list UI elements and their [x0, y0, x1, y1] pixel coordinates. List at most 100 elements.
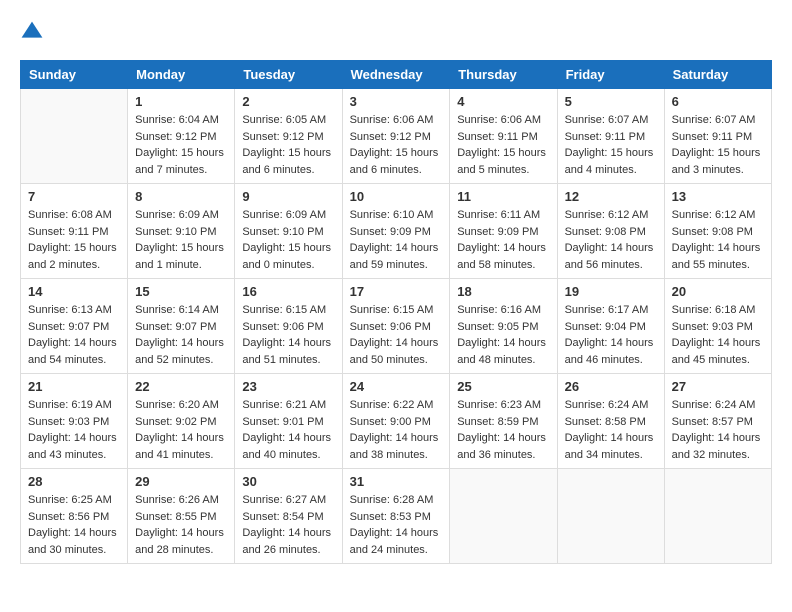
day-info: Sunrise: 6:07 AMSunset: 9:11 PMDaylight:…	[672, 112, 764, 178]
calendar-cell: 28Sunrise: 6:25 AMSunset: 8:56 PMDayligh…	[21, 469, 128, 564]
day-info-line: Sunset: 8:59 PM	[457, 414, 549, 431]
calendar-table: SundayMondayTuesdayWednesdayThursdayFrid…	[20, 60, 772, 564]
day-info-line: and 3 minutes.	[672, 162, 764, 179]
day-info: Sunrise: 6:20 AMSunset: 9:02 PMDaylight:…	[135, 397, 227, 463]
day-info-line: Sunrise: 6:09 AM	[242, 207, 334, 224]
day-info-line: and 58 minutes.	[457, 257, 549, 274]
day-number: 7	[28, 189, 120, 204]
day-info-line: Sunrise: 6:21 AM	[242, 397, 334, 414]
day-info-line: Sunrise: 6:11 AM	[457, 207, 549, 224]
day-info-line: Daylight: 14 hours	[28, 525, 120, 542]
day-info-line: Sunrise: 6:24 AM	[672, 397, 764, 414]
calendar-cell: 3Sunrise: 6:06 AMSunset: 9:12 PMDaylight…	[342, 89, 450, 184]
calendar-cell: 23 Sunrise: 6:21 AMSunset: 9:01 PMDayligh…	[235, 374, 342, 469]
day-info: Sunrise: 6:14 AMSunset: 9:07 PMDaylight:…	[135, 302, 227, 368]
page-header	[20, 20, 772, 44]
day-number: 4	[457, 94, 549, 109]
day-info-line: Sunrise: 6:17 AM	[565, 302, 657, 319]
day-info: Sunrise: 6:26 AMSunset: 8:55 PMDaylight:…	[135, 492, 227, 558]
calendar-cell: 13Sunrise: 6:12 AMSunset: 9:08 PMDayligh…	[664, 184, 771, 279]
day-info: Sunrise: 6:21 AMSunset: 9:01 PMDaylight:…	[242, 397, 334, 463]
day-number: 21	[28, 379, 120, 394]
day-number: 23	[242, 379, 334, 394]
day-info-line: Sunset: 8:53 PM	[350, 509, 443, 526]
day-info-line: Sunset: 9:01 PM	[242, 414, 334, 431]
day-number: 27	[672, 379, 764, 394]
day-info-line: Sunset: 9:07 PM	[28, 319, 120, 336]
day-info: Sunrise: 6:12 AMSunset: 9:08 PMDaylight:…	[565, 207, 657, 273]
day-info-line: and 54 minutes.	[28, 352, 120, 369]
calendar-cell: 4Sunrise: 6:06 AMSunset: 9:11 PMDaylight…	[450, 89, 557, 184]
day-number: 14	[28, 284, 120, 299]
day-info: Sunrise: 6:17 AMSunset: 9:04 PMDaylight:…	[565, 302, 657, 368]
day-info-line: and 52 minutes.	[135, 352, 227, 369]
day-info-line: Sunset: 8:54 PM	[242, 509, 334, 526]
calendar-header-tuesday: Tuesday	[235, 61, 342, 89]
day-info-line: Sunrise: 6:19 AM	[28, 397, 120, 414]
day-info: Sunrise: 6:27 AMSunset: 8:54 PMDaylight:…	[242, 492, 334, 558]
day-info-line: Daylight: 14 hours	[350, 240, 443, 257]
day-info-line: Daylight: 14 hours	[672, 335, 764, 352]
day-info-line: Sunset: 9:12 PM	[135, 129, 227, 146]
calendar-cell: 19 Sunrise: 6:17 AMSunset: 9:04 PMDayligh…	[557, 279, 664, 374]
day-info: Sunrise: 6:16 AMSunset: 9:05 PMDaylight:…	[457, 302, 549, 368]
day-info: Sunrise: 6:07 AMSunset: 9:11 PMDaylight:…	[565, 112, 657, 178]
day-info-line: and 28 minutes.	[135, 542, 227, 559]
day-info-line: Daylight: 15 hours	[28, 240, 120, 257]
day-info-line: and 51 minutes.	[242, 352, 334, 369]
day-info-line: Sunset: 8:57 PM	[672, 414, 764, 431]
day-number: 29	[135, 474, 227, 489]
calendar-cell: 14Sunrise: 6:13 AMSunset: 9:07 PMDayligh…	[21, 279, 128, 374]
day-info-line: Sunrise: 6:07 AM	[672, 112, 764, 129]
calendar-week-row: 14Sunrise: 6:13 AMSunset: 9:07 PMDayligh…	[21, 279, 772, 374]
day-info-line: Sunrise: 6:15 AM	[350, 302, 443, 319]
calendar-cell: 6Sunrise: 6:07 AMSunset: 9:11 PMDaylight…	[664, 89, 771, 184]
day-info-line: and 36 minutes.	[457, 447, 549, 464]
day-info: Sunrise: 6:23 AMSunset: 8:59 PMDaylight:…	[457, 397, 549, 463]
day-info-line: Daylight: 14 hours	[242, 525, 334, 542]
day-info-line: Sunrise: 6:24 AM	[565, 397, 657, 414]
day-info-line: Sunset: 8:55 PM	[135, 509, 227, 526]
calendar-week-row: 1Sunrise: 6:04 AMSunset: 9:12 PMDaylight…	[21, 89, 772, 184]
day-info-line: and 41 minutes.	[135, 447, 227, 464]
day-number: 5	[565, 94, 657, 109]
day-info: Sunrise: 6:12 AMSunset: 9:08 PMDaylight:…	[672, 207, 764, 273]
day-info-line: Daylight: 14 hours	[350, 525, 443, 542]
day-info-line: Sunset: 9:08 PM	[672, 224, 764, 241]
day-info-line: Sunset: 9:04 PM	[565, 319, 657, 336]
calendar-cell: 10Sunrise: 6:10 AMSunset: 9:09 PMDayligh…	[342, 184, 450, 279]
day-info-line: and 4 minutes.	[565, 162, 657, 179]
day-info-line: and 6 minutes.	[242, 162, 334, 179]
day-info-line: Daylight: 15 hours	[672, 145, 764, 162]
day-info-line: Sunset: 9:10 PM	[242, 224, 334, 241]
day-info-line: and 55 minutes.	[672, 257, 764, 274]
day-info-line: Sunrise: 6:14 AM	[135, 302, 227, 319]
day-info-line: Daylight: 14 hours	[135, 525, 227, 542]
calendar-cell: 2Sunrise: 6:05 AMSunset: 9:12 PMDaylight…	[235, 89, 342, 184]
day-info-line: and 43 minutes.	[28, 447, 120, 464]
day-info-line: Daylight: 14 hours	[565, 430, 657, 447]
calendar-cell: 22Sunrise: 6:20 AMSunset: 9:02 PMDayligh…	[128, 374, 235, 469]
day-info: Sunrise: 6:24 AMSunset: 8:57 PMDaylight:…	[672, 397, 764, 463]
day-info-line: Sunset: 9:06 PM	[242, 319, 334, 336]
day-info-line: Sunset: 9:11 PM	[672, 129, 764, 146]
day-number: 11	[457, 189, 549, 204]
day-info-line: Sunset: 8:58 PM	[565, 414, 657, 431]
calendar-header-thursday: Thursday	[450, 61, 557, 89]
day-info: Sunrise: 6:15 AMSunset: 9:06 PMDaylight:…	[350, 302, 443, 368]
day-info-line: Daylight: 14 hours	[242, 335, 334, 352]
day-number: 30	[242, 474, 334, 489]
calendar-cell: 16Sunrise: 6:15 AMSunset: 9:06 PMDayligh…	[235, 279, 342, 374]
day-number: 19	[565, 284, 657, 299]
day-info-line: Sunset: 9:12 PM	[242, 129, 334, 146]
day-info-line: and 59 minutes.	[350, 257, 443, 274]
calendar-header-friday: Friday	[557, 61, 664, 89]
logo	[20, 20, 48, 44]
calendar-cell: 25Sunrise: 6:23 AMSunset: 8:59 PMDayligh…	[450, 374, 557, 469]
day-info: Sunrise: 6:24 AMSunset: 8:58 PMDaylight:…	[565, 397, 657, 463]
calendar-cell	[450, 469, 557, 564]
day-info-line: and 30 minutes.	[28, 542, 120, 559]
day-info-line: Sunrise: 6:06 AM	[457, 112, 549, 129]
calendar-header-saturday: Saturday	[664, 61, 771, 89]
day-info-line: Daylight: 14 hours	[28, 335, 120, 352]
